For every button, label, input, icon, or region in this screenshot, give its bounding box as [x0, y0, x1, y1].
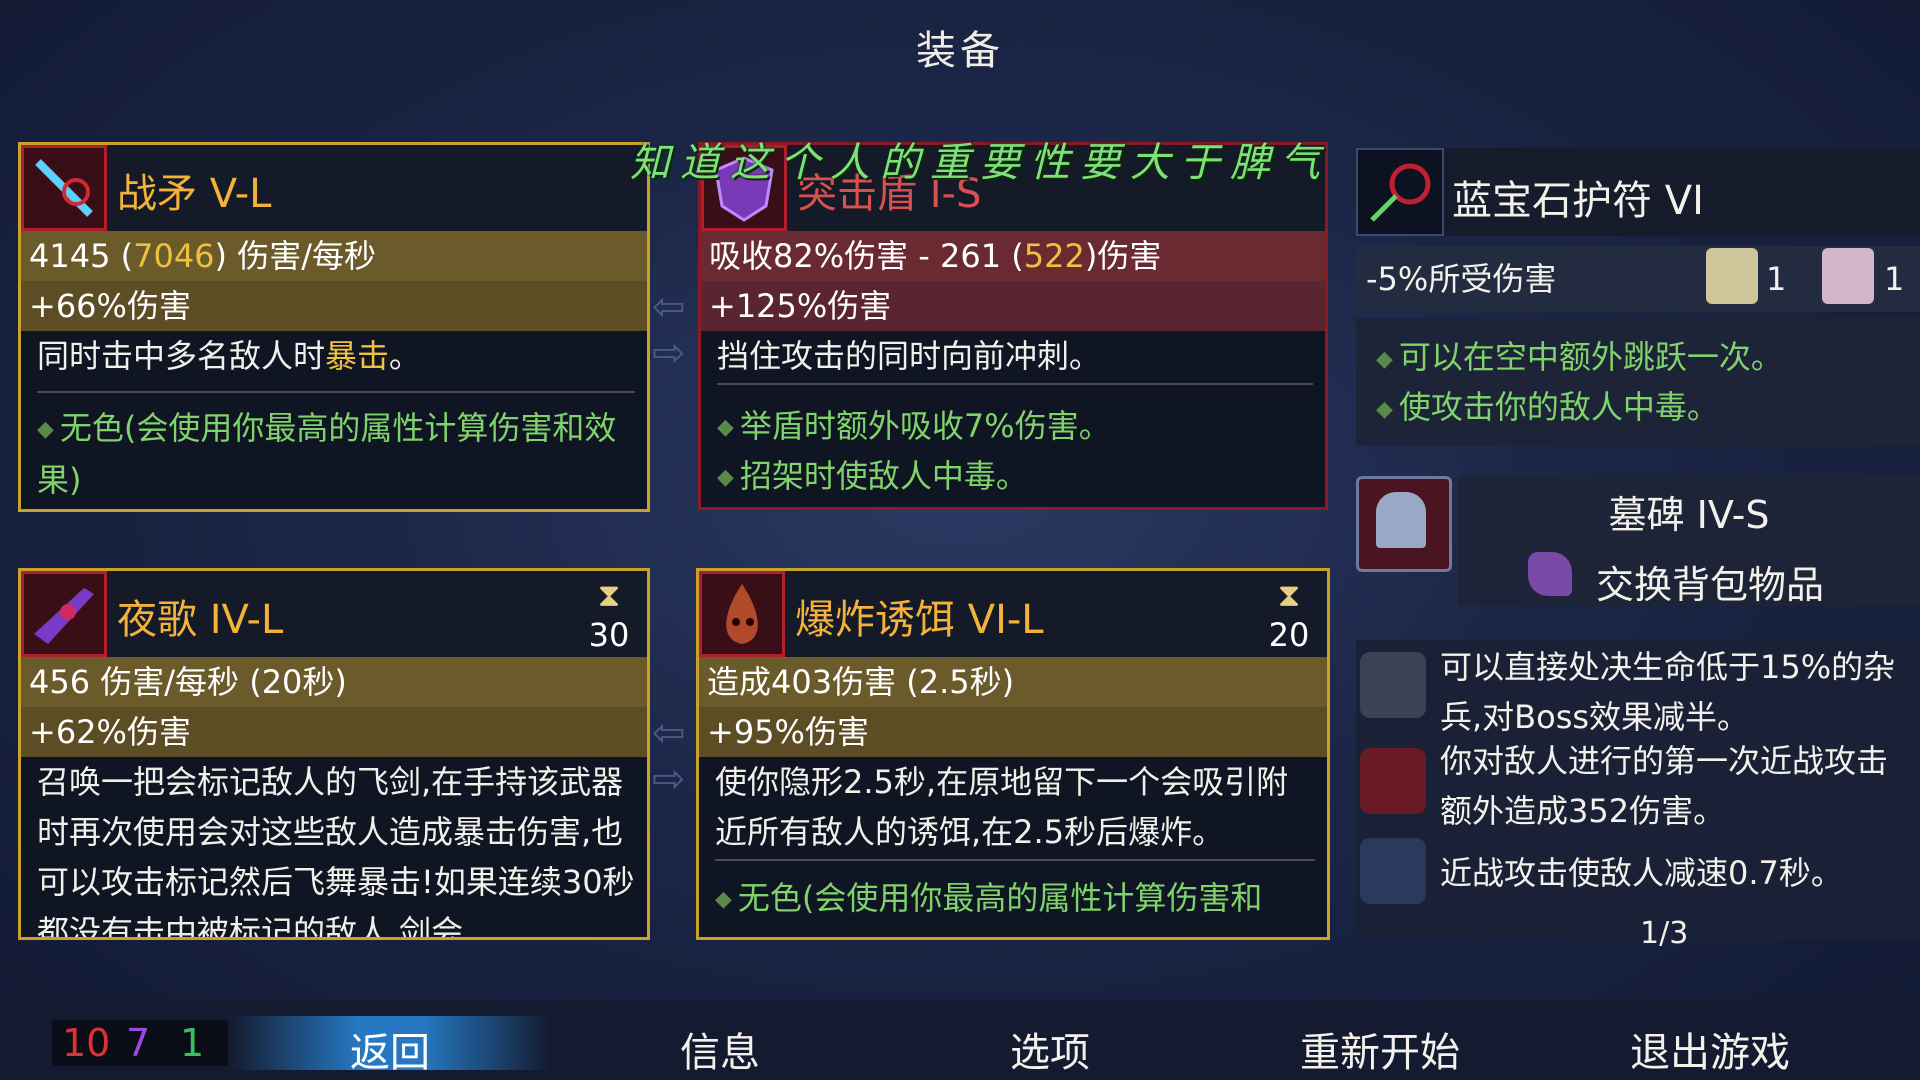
skill-damage: 造成403伤害 (2.5秒)	[699, 657, 1327, 707]
screen-title: 装备	[916, 28, 1004, 74]
weapon-description: 挡住攻击的同时向前冲刺。	[717, 337, 1102, 375]
back-button[interactable]: 返回	[350, 1020, 430, 1078]
flying-sword-icon	[21, 571, 107, 657]
tactics-count: 7	[126, 1021, 151, 1065]
weapon-dps: 吸收82%伤害 - 261 (522)伤害	[701, 231, 1325, 281]
amulet-effect-1: ◆ 可以在空中额外跳跃一次。	[1376, 332, 1783, 378]
cooldown-value: 20	[1268, 616, 1310, 654]
weapon-description: 同时击中多名敌人时暴击。	[37, 331, 635, 381]
effect-text: 可以在空中额外跳跃一次。	[1398, 338, 1783, 376]
amulet-name: 蓝宝石护符 VI	[1452, 178, 1704, 224]
weapon-name: 战矛 V-L	[117, 171, 272, 217]
desc-highlight: 暴击	[325, 337, 390, 375]
weapon-dps: 4145 (7046) 伤害/每秒	[21, 231, 647, 281]
hourglass-icon: ⧗	[1277, 576, 1301, 614]
skill-bonus: ◆ 无色(会使用你最高的属性计算伤害和	[715, 873, 1315, 925]
skill-name: 夜歌 IV-L	[117, 597, 284, 643]
bonus-text: 无色(会使用你最高的属性计算伤害和效果)	[37, 409, 617, 499]
tombstone-shape	[1376, 492, 1426, 548]
cooldown-value: 30	[588, 616, 630, 654]
diamond-icon: ◆	[1376, 396, 1393, 422]
hand-icon	[1528, 552, 1572, 596]
weapon-damage-bonus: +66%伤害	[21, 281, 647, 331]
mutation-3: 近战攻击使敌人减速0.7秒。	[1440, 854, 1843, 892]
divider	[37, 391, 635, 393]
executioner-mutation-icon	[1360, 652, 1426, 718]
stat-counters: 10 7 1	[52, 1020, 228, 1066]
amulet-stat: -5%所受伤害	[1366, 260, 1557, 298]
divider	[715, 859, 1315, 861]
survival-count: 1	[180, 1021, 205, 1065]
skill-description: 召唤一把会标记敌人的飞剑,在手持该武器时再次使用会对这些敌人造成暴击伤害,也可以…	[37, 763, 635, 940]
arrow-right-icon[interactable]: ⇨	[652, 330, 686, 376]
weapon-card-primary[interactable]: 战矛 V-L 4145 (7046) 伤害/每秒 +66%伤害 同时击中多名敌人…	[18, 142, 650, 512]
quit-button[interactable]: 退出游戏	[1630, 1020, 1790, 1078]
divider	[717, 383, 1313, 385]
skill-card-primary[interactable]: 夜歌 IV-L ⧗ 30 456 伤害/每秒 (20秒) +62%伤害 召唤一把…	[18, 568, 650, 940]
mutation-count: 1/3	[1640, 916, 1689, 951]
info-button[interactable]: 信息	[680, 1020, 760, 1078]
skill-dps: 456 伤害/每秒 (20秒)	[21, 657, 647, 707]
swap-backpack-button[interactable]: 交换背包物品	[1596, 554, 1824, 609]
lightning-mutation-icon	[1360, 748, 1426, 814]
skill-damage-bonus: +95%伤害	[699, 707, 1327, 757]
weapon-bonus-2: ◆ 招架时使敌人中毒。	[717, 451, 1313, 503]
mutation-1: 可以直接处决生命低于15%的杂兵,对Boss效果减半。	[1440, 648, 1896, 736]
weapon-card-secondary[interactable]: 突击盾 I-S 吸收82%伤害 - 261 (522)伤害 +125%伤害 挡住…	[698, 142, 1328, 510]
mutation-2: 你对敌人进行的第一次近战攻击额外造成352伤害。	[1440, 742, 1889, 830]
bonus-text: 无色(会使用你最高的属性计算伤害和	[737, 879, 1263, 917]
restart-button[interactable]: 重新开始	[1300, 1020, 1460, 1078]
diamond-icon: ◆	[715, 887, 732, 912]
diamond-icon: ◆	[717, 465, 734, 490]
cooldown: ⧗ 20	[1261, 575, 1317, 655]
scroll-of-brutality-icon	[1706, 248, 1758, 304]
absorb-unit: )伤害	[1084, 237, 1162, 275]
dps-unit: ) 伤害/每秒	[214, 237, 376, 275]
brutality-count: 10	[62, 1021, 111, 1065]
amulet-effect-2: ◆ 使攻击你的敌人中毒。	[1376, 382, 1719, 428]
skill-name: 爆炸诱饵 VI-L	[795, 597, 1044, 643]
diamond-icon: ◆	[1376, 346, 1393, 372]
hourglass-icon: ⧗	[597, 576, 621, 614]
arrow-left-icon[interactable]: ⇦	[652, 710, 686, 756]
diamond-icon: ◆	[37, 417, 54, 442]
absorb-crit: 522	[1023, 237, 1085, 275]
weapon-bonus-1: ◆ 举盾时额外吸收7%伤害。	[717, 401, 1313, 453]
scroll-count-tactics: 1	[1884, 260, 1905, 298]
absorb-text: 吸收82%伤害 - 261 (	[709, 237, 1024, 275]
options-button[interactable]: 选项	[1010, 1020, 1090, 1078]
bonus-text: 举盾时额外吸收7%伤害。	[739, 407, 1111, 445]
weapon-damage-bonus: +125%伤害	[701, 281, 1325, 331]
cooldown: ⧗ 30	[581, 575, 637, 655]
effect-text: 使攻击你的敌人中毒。	[1398, 388, 1719, 426]
bonus-text: 招架时使敌人中毒。	[739, 457, 1028, 495]
weapon-header: 战矛 V-L	[21, 145, 647, 231]
skill-card-secondary[interactable]: 爆炸诱饵 VI-L ⧗ 20 造成403伤害 (2.5秒) +95%伤害 使你隐…	[696, 568, 1330, 940]
overlay-caption: 知道这个人的重要性要大于脾气	[630, 140, 1330, 186]
dps-base: 4145 (	[29, 237, 134, 275]
amulet-icon	[1356, 148, 1444, 236]
arrow-right-icon[interactable]: ⇨	[652, 756, 686, 802]
skill-header: 爆炸诱饵 VI-L ⧗ 20	[699, 571, 1327, 657]
spear-icon	[21, 145, 107, 231]
dps-crit: 7046	[133, 237, 215, 275]
skill-description: 使你隐形2.5秒,在原地留下一个会吸引附近所有敌人的诱饵,在2.5秒后爆炸。	[715, 763, 1289, 851]
scroll-count-brutality: 1	[1766, 260, 1787, 298]
decoy-icon	[699, 571, 785, 657]
diamond-icon: ◆	[717, 415, 734, 440]
skill-header: 夜歌 IV-L ⧗ 30	[21, 571, 647, 657]
skill-damage-bonus: +62%伤害	[21, 707, 647, 757]
desc-text: 同时击中多名敌人时	[37, 337, 326, 375]
backpack-item-name: 墓碑 IV-S	[1608, 493, 1770, 537]
weapon-bonus: ◆ 无色(会使用你最高的属性计算伤害和效果)	[37, 403, 635, 505]
arrow-left-icon[interactable]: ⇦	[652, 284, 686, 330]
desc-end: 。	[389, 337, 422, 375]
scroll-of-tactics-icon	[1822, 248, 1874, 304]
frost-axe-mutation-icon	[1360, 838, 1426, 904]
